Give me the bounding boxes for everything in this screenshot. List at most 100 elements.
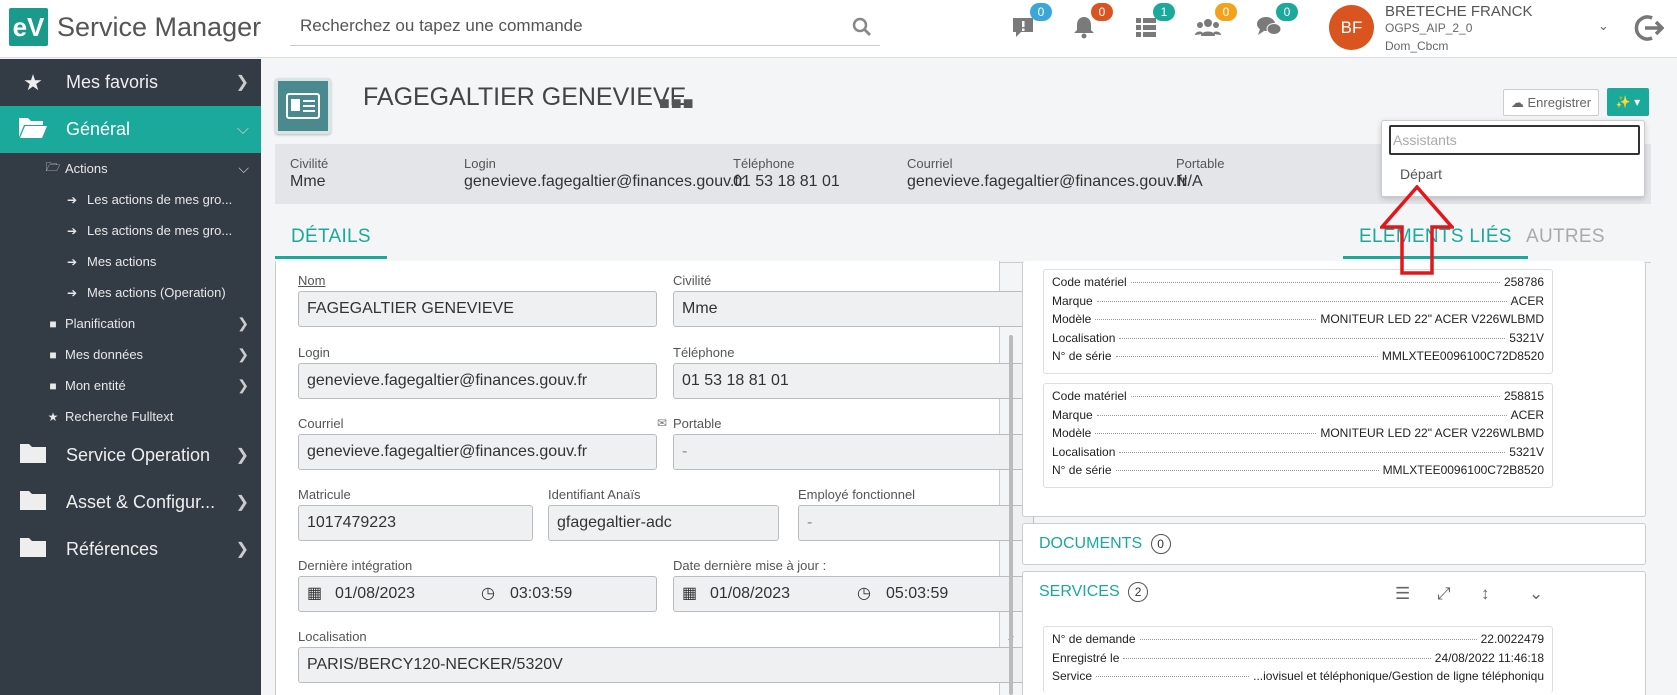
civilite-field[interactable]: Mme xyxy=(673,291,1034,327)
chat-icon[interactable]: 0 xyxy=(1254,3,1298,44)
sidebar-item-references[interactable]: Références ❯ xyxy=(0,526,261,573)
bell-icon[interactable]: 0 xyxy=(1069,3,1113,44)
summary-portable-label: Portable xyxy=(1176,156,1225,171)
localisation-field[interactable]: PARIS/BERCY120-NECKER/5320V xyxy=(298,647,1034,683)
annotation-arrow-icon xyxy=(1380,185,1454,275)
equipment-row: Code matériel 258786 xyxy=(1052,275,1544,294)
employe-field[interactable]: - xyxy=(798,505,1034,541)
caret-down-icon: ▾ xyxy=(1634,95,1641,109)
folder-icon xyxy=(0,536,66,564)
top-bar: eV Service Manager 0 0 1 0 0 BF BRETECHE… xyxy=(0,0,1677,58)
assistants-button[interactable]: ✨ ▾ xyxy=(1607,88,1649,116)
portable-label: Portable xyxy=(673,416,722,431)
sidebar-item-actions-groupes-2[interactable]: ➔ Les actions de mes gro... xyxy=(0,215,261,246)
chevron-down-icon[interactable]: ⌄ xyxy=(1529,584,1543,604)
services-count: 2 xyxy=(1128,582,1149,602)
search-icon[interactable] xyxy=(852,17,872,37)
nom-label: Nom xyxy=(298,273,326,288)
save-button[interactable]: ☁ Enregistrer xyxy=(1503,89,1599,116)
documents-card[interactable]: DOCUMENTS 0 xyxy=(1022,523,1646,565)
user-name[interactable]: BRETECHE FRANCK xyxy=(1385,3,1533,20)
equipment-item-2[interactable]: Code matériel 258815 Marque ACER Modèle MON… xyxy=(1043,383,1553,488)
dot-leader xyxy=(1119,451,1506,453)
group-badge: 0 xyxy=(1215,3,1237,21)
sidebar-item-label: Asset & Configur... xyxy=(66,492,216,512)
row-key: Code matériel xyxy=(1052,389,1127,403)
portable-field[interactable]: - xyxy=(673,434,1034,470)
sidebar-item-recherche-fulltext[interactable]: ★ Recherche Fulltext xyxy=(0,401,261,432)
dot-leader xyxy=(1095,433,1317,434)
scrollbar[interactable] xyxy=(1009,335,1013,695)
documents-title-label: DOCUMENTS xyxy=(1039,535,1143,553)
dot-leader xyxy=(1096,300,1507,302)
sidebar: ★ Mes favoris ❯ Général ⌵ 🗁 Actions ⌵ ➔ … xyxy=(0,59,261,695)
chevron-right-icon: ❯ xyxy=(235,74,249,91)
group-icon[interactable]: 0 xyxy=(1193,3,1237,44)
matricule-field[interactable]: 1017479223 xyxy=(298,505,533,541)
courriel-field[interactable]: genevieve.fagegaltier@finances.gouv.fr xyxy=(298,434,657,470)
derniere-integration-label: Dernière intégration xyxy=(298,558,413,573)
row-value: MMLXTEE0096100C72D8520 xyxy=(1381,349,1544,363)
envelope-icon[interactable]: ✉ xyxy=(657,416,667,430)
sidebar-item-mes-actions[interactable]: ➔ Mes actions xyxy=(0,246,261,277)
sidebar-item-mes-donnees[interactable]: ■ Mes données ❯ xyxy=(0,339,261,370)
chevron-down-icon[interactable]: ⌄ xyxy=(1598,18,1609,34)
summary-portable-value: N/A xyxy=(1176,173,1203,190)
avatar[interactable]: BF xyxy=(1329,5,1374,50)
anais-field[interactable]: gfagegaltier-adc xyxy=(548,505,779,541)
login-field[interactable]: genevieve.fagegaltier@finances.gouv.fr xyxy=(298,363,657,399)
page-title: FAGEGALTIER GENEVIEVE xyxy=(363,83,687,111)
telephone-label: Téléphone xyxy=(673,345,735,360)
documents-title: DOCUMENTS 0 xyxy=(1039,534,1171,554)
sidebar-item-mes-actions-operation[interactable]: ➔ Mes actions (Operation) xyxy=(0,277,261,308)
service-item[interactable]: N° de demande 22.0022479 Enregistré le 24/… xyxy=(1043,626,1553,693)
assistant-item-depart[interactable]: Départ xyxy=(1400,166,1442,182)
tab-details[interactable]: DÉTAILS xyxy=(275,214,387,259)
list-icon[interactable]: 1 xyxy=(1131,3,1175,44)
sidebar-item-actions-groupes-1[interactable]: ➔ Les actions de mes gro... xyxy=(0,184,261,215)
login-label: Login xyxy=(298,345,330,360)
app-logo[interactable]: eV xyxy=(9,8,48,46)
folder-open-icon: 🗁 xyxy=(45,160,61,174)
app-brand: Service Manager xyxy=(57,12,262,42)
sidebar-item-planification[interactable]: ■ Planification ❯ xyxy=(0,308,261,339)
search-input[interactable] xyxy=(290,8,850,44)
sidebar-item-asset[interactable]: Asset & Configur... ❯ xyxy=(0,479,261,526)
date-maj-date: 01/08/2023 xyxy=(710,585,791,602)
dot-leader xyxy=(1123,657,1431,659)
alert-icon[interactable]: 0 xyxy=(1008,3,1052,44)
derniere-integration-field[interactable]: ▦ 01/08/2023 ◷ 03:03:59 xyxy=(298,576,657,612)
equipment-item-1[interactable]: Code matériel 258786 Marque ACER Modèle MON… xyxy=(1043,269,1553,374)
chevron-right-icon: ❯ xyxy=(235,447,249,464)
details-form: Nom FAGEGALTIER GENEVIEVE Civilité Mme L… xyxy=(275,261,1038,695)
sidebar-item-label: Mes données xyxy=(65,347,144,362)
more-options-icon[interactable]: ■■■ xyxy=(659,93,695,114)
arrow-circle-icon: ➔ xyxy=(67,254,78,269)
sidebar-item-label: Mes actions (Operation) xyxy=(87,285,226,300)
sidebar-item-general[interactable]: Général ⌵ xyxy=(0,106,261,153)
expand-icon[interactable]: ⤢ xyxy=(1437,584,1451,604)
assistants-search-input[interactable] xyxy=(1389,125,1640,155)
sidebar-item-actions[interactable]: 🗁 Actions ⌵ xyxy=(0,153,261,184)
service-row: Enregistré le 24/08/2022 11:46:18 xyxy=(1052,651,1544,670)
logout-icon[interactable] xyxy=(1632,13,1664,43)
save-button-label: Enregistrer xyxy=(1527,94,1592,110)
service-row: N° de demande 22.0022479 xyxy=(1052,632,1544,651)
row-key: Enregistré le xyxy=(1052,650,1120,665)
summary-civilite-value: Mme xyxy=(290,173,326,190)
nom-field[interactable]: FAGEGALTIER GENEVIEVE xyxy=(298,291,657,327)
sidebar-item-service-operation[interactable]: Service Operation ❯ xyxy=(0,432,261,479)
tab-autres[interactable]: AUTRES xyxy=(1510,214,1621,259)
sidebar-item-mon-entite[interactable]: ■ Mon entité ❯ xyxy=(0,370,261,401)
dot-leader xyxy=(1095,319,1317,320)
list-view-icon[interactable]: ☰ xyxy=(1395,584,1410,604)
arrow-circle-icon: ➔ xyxy=(67,192,78,207)
chevron-right-icon: ❯ xyxy=(237,346,249,362)
row-key: Modèle xyxy=(1052,312,1092,326)
sidebar-item-favoris[interactable]: ★ Mes favoris ❯ xyxy=(0,59,261,106)
magic-wand-icon: ✨ xyxy=(1615,95,1631,109)
alert-badge: 0 xyxy=(1030,3,1052,21)
telephone-field[interactable]: 01 53 18 81 01 xyxy=(673,363,1034,399)
date-maj-field[interactable]: ▦ 01/08/2023 ◷ 05:03:59 xyxy=(673,576,1034,612)
resize-vertical-icon[interactable]: ↕ xyxy=(1481,584,1490,604)
